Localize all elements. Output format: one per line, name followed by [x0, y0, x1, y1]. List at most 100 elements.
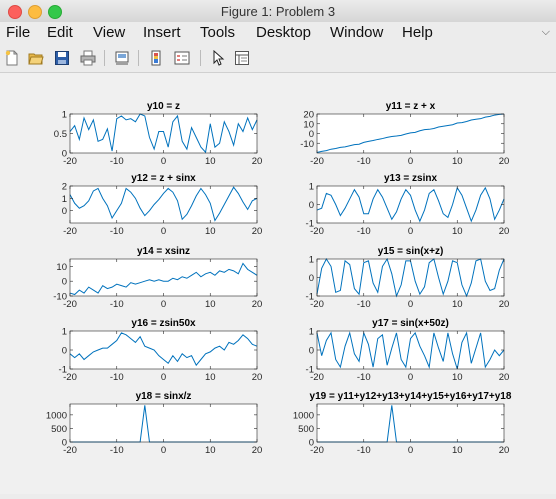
subplot-title: y16 = zsin50x — [131, 318, 196, 329]
plot-area — [70, 259, 257, 296]
toolbar — [0, 44, 556, 73]
plot-area — [70, 186, 257, 223]
menu-help[interactable]: Help — [402, 24, 433, 41]
plot-area — [317, 331, 504, 369]
menu-edit[interactable]: Edit — [47, 24, 73, 41]
y-tick-label: 500 — [51, 424, 67, 435]
y-tick-label: 20 — [303, 110, 314, 121]
x-tick-label: -10 — [357, 372, 371, 383]
y-tick-label: 1000 — [293, 410, 314, 421]
y-tick-label: 1 — [62, 327, 67, 338]
plot-area — [317, 186, 504, 223]
y-tick-label: -10 — [300, 139, 314, 150]
x-tick-label: 10 — [452, 445, 463, 456]
y-tick-label: 500 — [298, 424, 314, 435]
x-tick-label: 20 — [252, 156, 263, 167]
link-plot-icon[interactable] — [114, 50, 130, 66]
chevron-down-icon[interactable]: ⌵ — [542, 26, 550, 39]
menu-window[interactable]: Window — [330, 24, 383, 41]
figure-canvas: -20 -10 0 10 20 0 0.5 1 y10 = z -20 -10 0 10 20 -10 0 10… — [0, 73, 556, 494]
y-tick-label: 0 — [62, 438, 67, 449]
subplot-8: -20 -10 0 10 20-101y17 = sin(x+50z) — [306, 318, 510, 383]
y-tick-label: -1 — [306, 219, 314, 230]
property-inspector-icon[interactable] — [234, 50, 250, 66]
x-tick-label: 0 — [161, 156, 166, 167]
menu-file[interactable]: File — [6, 24, 30, 41]
x-tick-label: 20 — [252, 226, 263, 237]
plot-area — [317, 404, 504, 442]
y-tick-label: 1 — [62, 110, 67, 121]
menu-bar: File Edit View Insert Tools Desktop Wind… — [0, 22, 556, 44]
x-tick-label: 20 — [499, 226, 510, 237]
x-tick-label: 20 — [499, 156, 510, 167]
y-tick-label: 0 — [309, 273, 314, 284]
x-tick-label: 20 — [499, 372, 510, 383]
subplot-3: -20 -10 0 10 20012y12 = z + sinx — [62, 173, 263, 237]
menu-insert[interactable]: Insert — [143, 24, 181, 41]
x-tick-label: 10 — [205, 156, 216, 167]
y-tick-label: 0 — [62, 149, 67, 160]
subplot-title: y10 = z — [147, 101, 180, 112]
x-tick-label: 20 — [252, 445, 263, 456]
pointer-icon[interactable] — [210, 50, 226, 66]
subplot-title: y12 = z + sinx — [131, 173, 196, 184]
x-tick-label: 20 — [252, 372, 263, 383]
subplot-title: y14 = xsinz — [137, 246, 190, 257]
toolbar-separator — [200, 50, 201, 66]
y-tick-label: 1 — [62, 194, 67, 205]
subplot-title: y17 = sin(x+50z) — [372, 318, 449, 329]
x-tick-label: -10 — [110, 445, 124, 456]
y-tick-label: 0 — [62, 277, 67, 288]
plot-area — [70, 114, 257, 153]
x-tick-label: 0 — [161, 372, 166, 383]
x-tick-label: 10 — [452, 299, 463, 310]
subplot-4: -20 -10 0 10 20-101y13 = zsinx — [306, 173, 510, 237]
x-tick-label: -10 — [110, 156, 124, 167]
x-tick-label: -10 — [110, 372, 124, 383]
x-tick-label: -10 — [357, 156, 371, 167]
subplot-2: -20 -10 0 10 20-1001020y11 = z + x — [300, 101, 509, 167]
subplot-7: -20 -10 0 10 20-101y16 = zsin50x — [59, 318, 263, 383]
y-tick-label: 0 — [62, 206, 67, 217]
insert-colorbar-icon[interactable] — [148, 50, 164, 66]
save-icon[interactable] — [54, 50, 70, 66]
subplot-title: y15 = sin(x+z) — [378, 246, 444, 257]
x-tick-label: -10 — [357, 445, 371, 456]
x-tick-label: 10 — [205, 299, 216, 310]
open-file-icon[interactable] — [28, 50, 44, 66]
x-tick-label: -10 — [357, 226, 371, 237]
y-tick-label: 1000 — [46, 410, 67, 421]
menu-view[interactable]: View — [93, 24, 125, 41]
subplot-title: y18 = sinx/z — [136, 391, 192, 402]
y-tick-label: -1 — [59, 365, 67, 376]
title-bar[interactable]: Figure 1: Problem 3 — [0, 0, 556, 23]
y-tick-label: 1 — [309, 182, 314, 193]
y-tick-label: -1 — [306, 365, 314, 376]
menu-desktop[interactable]: Desktop — [256, 24, 311, 41]
toolbar-separator — [104, 50, 105, 66]
subplot-5: -20 -10 0 10 20-10010y14 = xsinz — [53, 246, 262, 310]
subplots-grid: -20 -10 0 10 2000.51y10 = z-20 -10 0 10 20-10010… — [46, 101, 512, 456]
x-tick-label: 10 — [452, 226, 463, 237]
x-tick-label: 0 — [408, 299, 413, 310]
x-tick-label: -20 — [63, 226, 77, 237]
subplot-title: y19 = y11+y12+y13+y14+y15+y16+y17+y18 — [310, 391, 512, 402]
subplot-title: y11 = z + x — [386, 101, 436, 112]
x-tick-label: 10 — [452, 372, 463, 383]
x-tick-label: 10 — [205, 226, 216, 237]
plot-area — [70, 404, 257, 442]
y-tick-label: 0 — [309, 346, 314, 357]
y-tick-label: 2 — [62, 182, 67, 193]
subplot-9: -20 -10 0 10 2005001000y18 = sinx/z — [46, 391, 262, 456]
y-tick-label: 0 — [309, 129, 314, 140]
y-tick-label: 0.5 — [54, 129, 67, 140]
y-tick-label: 1 — [309, 327, 314, 338]
insert-legend-icon[interactable] — [174, 50, 190, 66]
menu-tools[interactable]: Tools — [200, 24, 235, 41]
x-tick-label: -10 — [110, 299, 124, 310]
x-tick-label: 10 — [205, 445, 216, 456]
new-figure-icon[interactable] — [4, 50, 20, 66]
print-icon[interactable] — [80, 50, 96, 66]
x-tick-label: 0 — [408, 226, 413, 237]
x-tick-label: -20 — [310, 156, 324, 167]
